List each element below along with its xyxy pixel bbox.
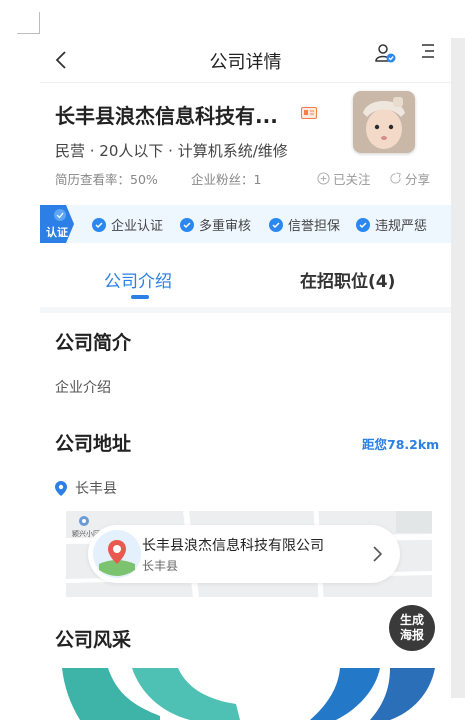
active-tab-indicator	[131, 295, 149, 299]
tab-company-intro[interactable]: 公司介绍	[104, 267, 172, 292]
brief-text: 企业介绍	[55, 380, 111, 396]
menu-icon[interactable]	[420, 43, 436, 59]
company-fans: 企业粉丝：1	[191, 172, 262, 187]
share-button[interactable]: 分享	[389, 169, 430, 188]
follow-label: 已关注	[333, 172, 371, 187]
poster-line-1: 生成	[399, 613, 424, 627]
business-license-icon	[301, 107, 317, 119]
cert-item-label: 多重审核	[199, 219, 252, 234]
chevron-right-icon	[373, 546, 383, 562]
phone-screen: 公司详情 长丰县浪杰信息科技有... 民营 · 20人以下 · 计算机系统/维修…	[40, 38, 451, 720]
cert-item: 信誉担保	[269, 215, 340, 234]
cert-item-label: 信誉担保	[288, 219, 341, 234]
company-logo	[353, 91, 415, 153]
nav-bar: 公司详情	[40, 38, 451, 83]
plus-circle-icon	[317, 172, 330, 185]
address-line: 长丰县	[55, 478, 117, 498]
cert-item-label: 企业认证	[111, 219, 164, 234]
crop-corner-mark	[0, 0, 40, 38]
cert-item-label: 违规严惩	[375, 219, 428, 234]
follow-button[interactable]: 已关注	[317, 169, 371, 188]
brief-title: 公司简介	[55, 332, 132, 354]
map-marker-icon	[93, 530, 141, 578]
company-name: 长丰县浪杰信息科技有...	[55, 104, 278, 128]
map-card-name: 长丰县浪杰信息科技有限公司	[142, 538, 324, 554]
check-circle-icon	[92, 217, 106, 232]
user-verified-icon[interactable]	[374, 42, 396, 64]
check-circle-icon	[269, 217, 283, 232]
share-label: 分享	[405, 172, 431, 187]
location-pin-icon	[55, 480, 67, 496]
share-icon	[390, 172, 401, 184]
certification-badge-label: 认证	[46, 226, 68, 239]
style-title: 公司风采	[55, 629, 132, 651]
poster-line-2: 海报	[399, 628, 424, 642]
scroll-track	[451, 38, 465, 698]
section-divider	[40, 307, 451, 313]
map-location-card[interactable]: 长丰县浪杰信息科技有限公司 长丰县	[88, 525, 400, 583]
certification-bar: 认证 企业认证 多重审核 信誉担保 违规严惩	[40, 205, 451, 243]
tab-jobs[interactable]: 在招职位(4)	[300, 267, 395, 292]
check-circle-icon	[356, 217, 370, 232]
map-card-sub: 长丰县	[142, 559, 179, 573]
cert-item: 违规严惩	[356, 215, 427, 234]
cert-item: 企业认证	[92, 215, 163, 234]
address-text: 长丰县	[75, 481, 117, 497]
cert-item: 多重审核	[180, 215, 251, 234]
company-photo-gallery[interactable]	[40, 668, 451, 720]
address-title: 公司地址	[55, 433, 132, 455]
generate-poster-button[interactable]: 生成 海报	[389, 605, 435, 651]
resume-view-rate: 简历查看率：50%	[55, 172, 158, 187]
check-circle-icon	[180, 217, 194, 232]
distance-label: 距您78.2km	[362, 437, 440, 452]
company-meta: 民营 · 20人以下 · 计算机系统/维修	[55, 142, 288, 160]
